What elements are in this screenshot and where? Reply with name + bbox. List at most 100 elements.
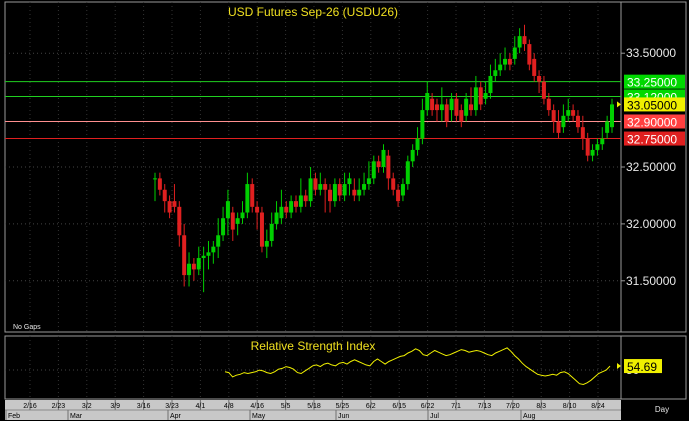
candle-body (459, 110, 464, 122)
candle-body (289, 201, 294, 213)
date-tick-label: 2/23 (52, 403, 66, 410)
candle-body (575, 115, 580, 128)
candle-body (240, 212, 245, 219)
candle-body (157, 178, 162, 190)
candle-body (352, 189, 357, 196)
candle-body (269, 223, 274, 241)
date-tick-label: 5/5 (281, 403, 291, 410)
candle-body (274, 212, 279, 224)
rsi-last-value-label: 54.69 (627, 360, 657, 374)
candle-body (405, 161, 410, 185)
candle-body (580, 127, 585, 139)
candle-body (483, 93, 488, 99)
candle-body (425, 93, 430, 111)
price-tick-label: 32.50000 (626, 160, 676, 174)
candle-body (371, 161, 376, 179)
candle-body (551, 110, 556, 122)
price-tick-label: 33.50000 (626, 46, 676, 60)
candle-body (556, 121, 561, 133)
candle-body (541, 81, 546, 99)
date-tick-label: 4/1 (196, 403, 206, 410)
candle-body (449, 98, 454, 111)
date-tick-label: 3/9 (110, 403, 120, 410)
candle-body (532, 58, 537, 76)
candle-body (177, 206, 182, 236)
month-label: Aug (523, 413, 536, 420)
candle-body (293, 201, 298, 207)
day-unit-label: Day (655, 405, 669, 414)
date-tick-label: 3/23 (165, 403, 179, 410)
candle-body (488, 75, 493, 94)
candle-body (245, 184, 250, 213)
candle-body (410, 149, 415, 162)
candle-body (386, 155, 391, 179)
candle-body (162, 189, 167, 202)
price-tick-label: 31.50000 (626, 274, 676, 288)
candle-body (279, 206, 284, 219)
candle-body (211, 246, 216, 253)
chart-title: USD Futures Sep-26 (USDU26) (228, 5, 398, 19)
candle-body (595, 144, 600, 150)
candle-body (332, 184, 337, 202)
candle-body (206, 252, 211, 256)
date-tick-label: 3/16 (137, 403, 151, 410)
candle-body (610, 104, 614, 128)
candle-body (585, 138, 590, 156)
candle-body (478, 87, 483, 105)
candle-body (201, 255, 206, 259)
candle-body (191, 263, 196, 270)
date-tick-label: 8/24 (591, 403, 605, 410)
candle-body (313, 178, 318, 190)
candle-body (503, 58, 508, 65)
candle-body (216, 235, 221, 247)
candle-body (396, 189, 401, 202)
candle-body (172, 201, 177, 207)
candle-body (298, 195, 303, 207)
candle-body (328, 189, 333, 202)
month-label: Apr (170, 413, 182, 420)
date-tick-label: 7/1 (451, 403, 461, 410)
date-tick-label: 3/2 (82, 403, 92, 410)
level-labels: 33.2500033.1200032.9000032.7500033.05000 (617, 74, 685, 147)
candle-body (600, 138, 605, 145)
no-gaps-note: No Gaps (13, 324, 41, 331)
candle-body (318, 184, 323, 190)
candle-body (255, 206, 260, 213)
candle-body (454, 98, 459, 116)
candle-body (566, 110, 571, 116)
candle-body (221, 218, 226, 236)
candle-body (537, 75, 542, 82)
candle-body (400, 184, 405, 196)
candle-body (473, 87, 478, 111)
chart-window: 31.50000 32.00000 32.50000 33.50000 33.2500… (0, 0, 689, 421)
candle-body (498, 64, 503, 71)
candle-body (434, 104, 439, 111)
candle-body (507, 58, 512, 65)
candle-body (357, 189, 362, 196)
date-tick-label: 6/15 (392, 403, 406, 410)
candle-body (250, 184, 255, 207)
candle-body (347, 178, 352, 185)
candle-body (264, 240, 269, 247)
price-tick-label: 32.00000 (626, 217, 676, 231)
candle-body (527, 44, 532, 65)
candle-body (546, 98, 551, 111)
month-label: Jun (338, 413, 349, 420)
candle-body (362, 184, 367, 190)
candle-body (284, 206, 289, 213)
candle-body (366, 178, 371, 185)
candle-body (337, 184, 342, 196)
date-tick-label: 4/8 (224, 403, 234, 410)
candle-body (561, 115, 566, 128)
candle-body (230, 212, 235, 230)
candle-body (415, 138, 420, 150)
candle-body (167, 201, 172, 213)
candle-body (444, 104, 449, 122)
candle-body (522, 36, 527, 45)
candle-body (469, 104, 474, 111)
candle-body (420, 110, 425, 139)
candle-body (590, 149, 595, 156)
candle-body (381, 149, 386, 167)
date-tick-label: 8/10 (563, 403, 577, 410)
month-label: Feb (8, 413, 20, 420)
